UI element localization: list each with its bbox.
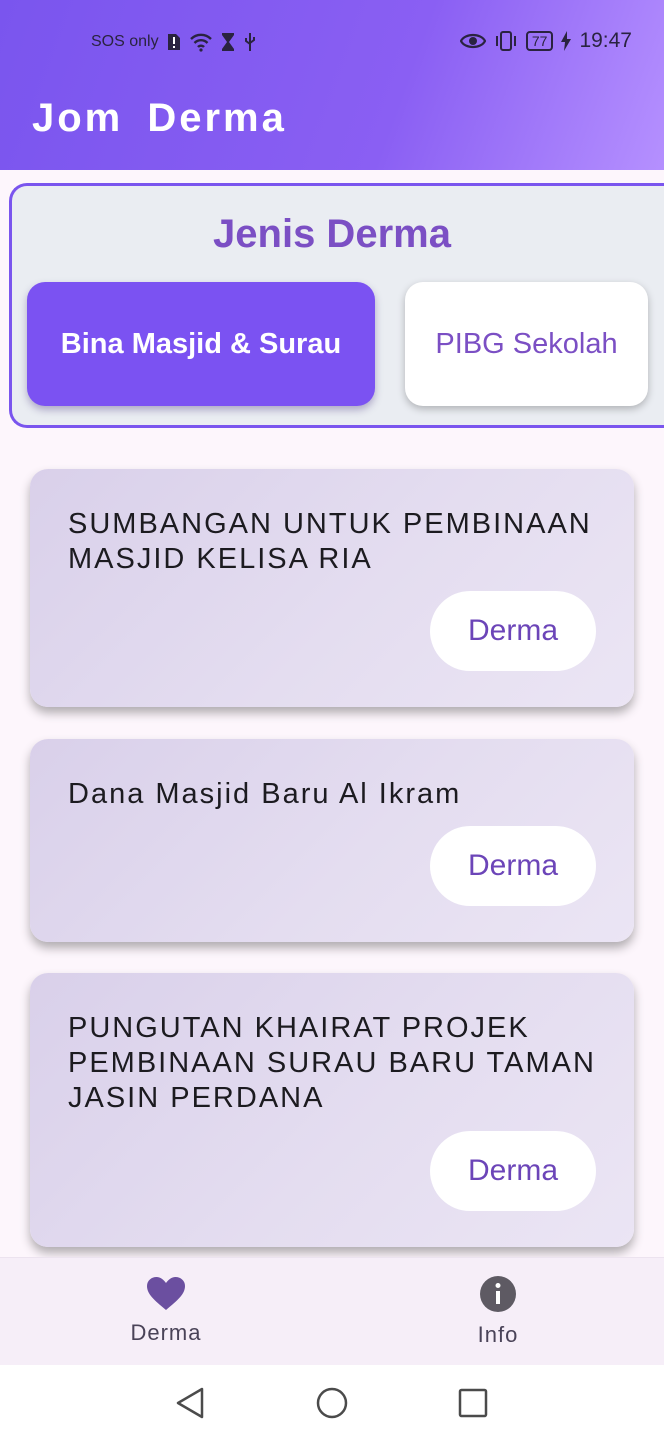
info-icon (480, 1276, 516, 1312)
donation-title: Dana Masjid Baru Al Ikram (68, 778, 462, 810)
wifi-icon (189, 33, 212, 52)
eye-icon (459, 33, 486, 49)
sim-alert-icon (167, 34, 180, 50)
hourglass-icon (221, 33, 234, 51)
battery-indicator: 77 (525, 31, 554, 51)
donation-title: PUNGUTAN KHAIRAT PROJEK PEMBINAAN SURAU … (68, 1012, 596, 1114)
donation-title: SUMBANGAN UNTUK PEMBINAAN MASJID KELISA … (68, 508, 592, 575)
vibrate-icon (495, 31, 516, 51)
nav-item-info[interactable]: Info (398, 1258, 598, 1366)
derma-button[interactable]: Derma (430, 1131, 596, 1211)
carrier-label: SOS only (91, 33, 159, 50)
home-icon[interactable] (312, 1383, 352, 1423)
heart-icon (147, 1277, 185, 1310)
app-bar: SOS only 77 19:47 Jom Derma (0, 0, 664, 170)
tab-bina-masjid-surau[interactable]: Bina Masjid & Surau (27, 282, 375, 406)
donation-card: SUMBANGAN UNTUK PEMBINAAN MASJID KELISA … (30, 469, 634, 707)
clock: 19:47 (579, 29, 632, 52)
recents-icon[interactable] (453, 1383, 493, 1423)
nav-label-info: Info (477, 1322, 519, 1347)
donation-card: PUNGUTAN KHAIRAT PROJEK PEMBINAAN SURAU … (30, 973, 634, 1247)
usb-icon (244, 33, 255, 51)
derma-button[interactable]: Derma (430, 826, 596, 906)
nav-item-derma[interactable]: Derma (66, 1258, 266, 1366)
charging-icon (561, 31, 572, 51)
donation-card: Dana Masjid Baru Al Ikram Derma (30, 739, 634, 942)
system-navigation-bar (0, 1365, 664, 1440)
status-bar-left: SOS only (91, 30, 257, 54)
derma-button[interactable]: Derma (430, 591, 596, 671)
nav-label-derma: Derma (130, 1320, 202, 1345)
category-panel-title: Jenis Derma (213, 212, 451, 256)
app-title: Jom Derma (32, 96, 287, 140)
back-icon[interactable] (170, 1383, 210, 1423)
tab-pibg-sekolah[interactable]: PIBG Sekolah (405, 282, 648, 406)
bottom-navigation: Derma Info (0, 1257, 664, 1366)
status-bar-right: 77 19:47 (459, 28, 632, 54)
